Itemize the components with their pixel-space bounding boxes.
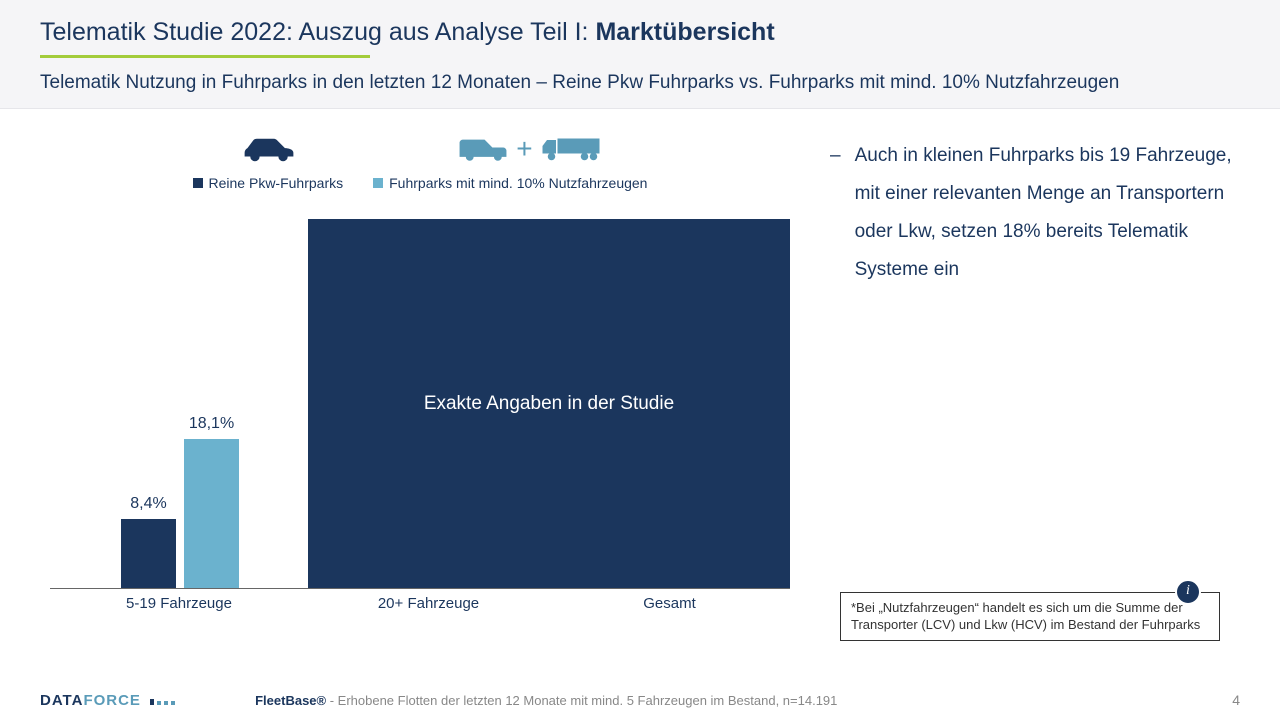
header: Telematik Studie 2022: Auszug aus Analys… [0, 0, 1280, 109]
notes-area: – Auch in kleinen Fuhrparks bis 19 Fahrz… [800, 129, 1250, 649]
bullet-text: Auch in kleinen Fuhrparks bis 19 Fahrzeu… [855, 137, 1250, 289]
chart-xaxis: 5-19 Fahrzeuge 20+ Fahrzeuge Gesamt [50, 595, 790, 612]
legend-label-a: Reine Pkw-Fuhrparks [209, 175, 344, 191]
bar-series-a-cat1: 8,4% [121, 519, 176, 588]
chart-legend: Reine Pkw-Fuhrparks Fuhrparks mit mind. … [40, 175, 800, 191]
info-icon: i [1175, 579, 1201, 605]
page-title: Telematik Studie 2022: Auszug aus Analys… [40, 18, 1240, 47]
footnote-text: *Bei „Nutzfahrzeugen“ handelt es sich um… [851, 600, 1200, 633]
legend-item-b: Fuhrparks mit mind. 10% Nutzfahrzeugen [373, 175, 647, 191]
logo-part-a: DATA [40, 692, 83, 709]
car-icon [239, 129, 299, 169]
legend-item-a: Reine Pkw-Fuhrparks [193, 175, 344, 191]
logo: DATAFORCE [40, 692, 175, 709]
bullet-1: – Auch in kleinen Fuhrparks bis 19 Fahrz… [830, 137, 1250, 289]
footnote-box: i *Bei „Nutzfahrzeugen“ handelt es sich … [840, 592, 1220, 641]
bar-label-a: 8,4% [130, 495, 166, 513]
bar-group-1: 8,4% 18,1% [90, 439, 270, 588]
trucks-icon: + [458, 129, 600, 169]
bar-series-b-cat1: 18,1% [184, 439, 239, 588]
xaxis-tick-3: Gesamt [549, 595, 790, 612]
bar-label-b: 18,1% [189, 415, 234, 433]
footer: DATAFORCE FleetBase® - Erhobene Flotten … [0, 680, 1280, 720]
page-subtitle: Telematik Nutzung in Fuhrparks in den le… [40, 72, 1240, 94]
truck-icon [541, 134, 601, 164]
xaxis-tick-1: 5-19 Fahrzeuge [50, 595, 308, 612]
chart-overlay: Exakte Angaben in der Studie [308, 219, 790, 588]
logo-part-b: FORCE [83, 692, 141, 709]
legend-label-b: Fuhrparks mit mind. 10% Nutzfahrzeugen [389, 175, 647, 191]
source-line: FleetBase® - Erhobene Flotten der letzte… [255, 693, 837, 708]
swatch-light [373, 178, 383, 188]
page-number: 4 [1232, 692, 1240, 708]
plus-icon: + [516, 133, 532, 165]
title-prefix: Telematik Studie 2022: Auszug aus Analys… [40, 18, 595, 46]
title-underline [40, 55, 370, 58]
chart-plot: 8,4% 18,1% Exakte Angaben in der Studie [50, 219, 790, 589]
logo-dots-icon [150, 699, 175, 705]
xaxis-tick-2: 20+ Fahrzeuge [308, 595, 549, 612]
van-icon [458, 134, 508, 164]
source-bold: FleetBase® [255, 693, 326, 708]
legend-icons: + [160, 129, 680, 169]
bullet-dash: – [830, 137, 841, 289]
overlay-text: Exakte Angaben in der Studie [424, 393, 674, 415]
source-rest: - Erhobene Flotten der letzten 12 Monate… [326, 693, 837, 708]
title-bold: Marktübersicht [595, 18, 774, 46]
swatch-dark [193, 178, 203, 188]
chart-area: + Reine Pkw-Fuhrparks Fuhrparks mit mind… [40, 129, 800, 649]
